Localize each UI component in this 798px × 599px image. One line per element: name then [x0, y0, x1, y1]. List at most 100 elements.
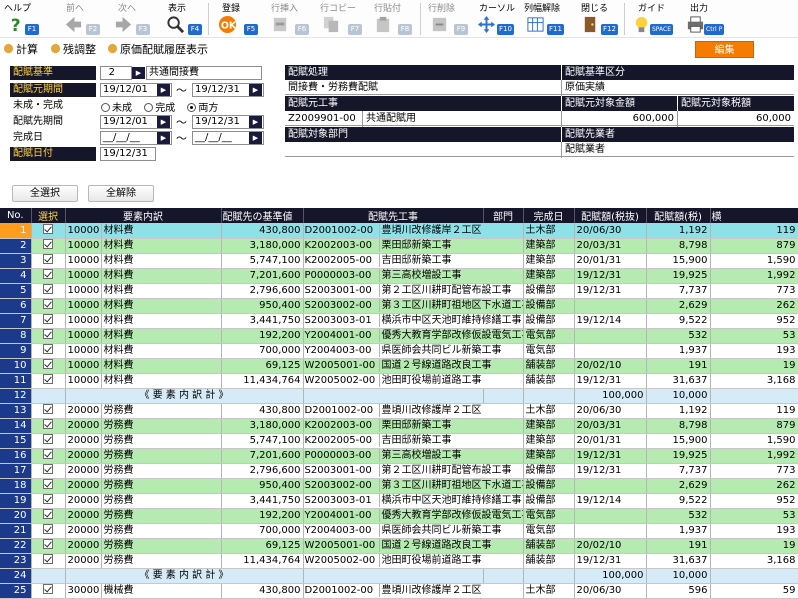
- table-row[interactable]: 15 20000 労務費 5,747,100 K2002005-00 吉田邸新築工事 建築部…: [0, 433, 798, 449]
- select-cell[interactable]: [31, 538, 66, 554]
- clear-all-button[interactable]: 全解除: [88, 185, 154, 202]
- col-header-tax[interactable]: 配賦額(税): [646, 208, 711, 223]
- select-cell[interactable]: [31, 223, 66, 239]
- completion-to-calendar-icon[interactable]: ▶: [249, 132, 262, 144]
- checkbox-checked-icon[interactable]: [43, 464, 53, 474]
- close-button[interactable]: 閉じる F12: [575, 0, 623, 38]
- select-cell[interactable]: [31, 253, 66, 269]
- col-header-base[interactable]: 配賦先の基準値: [221, 208, 304, 223]
- select-cell[interactable]: [31, 373, 66, 389]
- checkbox-checked-icon[interactable]: [43, 344, 53, 354]
- table-row[interactable]: 7 10000 材料費 3,441,750 S2003003-01 横浜市中区天池町維持修…: [0, 313, 798, 329]
- table-row[interactable]: 16 20000 労務費 7,201,600 P0000003-00 第三高校増設工事 建築…: [0, 448, 798, 464]
- select-cell[interactable]: [31, 523, 66, 539]
- history-button[interactable]: 原価配賦履歴表示: [107, 41, 208, 58]
- select-cell[interactable]: [31, 238, 66, 254]
- table-row[interactable]: 2 10000 材料費 3,180,000 K2002003-00 栗田邸新築工事 建築部 2…: [0, 238, 798, 254]
- checkbox-checked-icon[interactable]: [43, 284, 53, 294]
- table-row[interactable]: 3 10000 材料費 5,747,100 K2002005-00 吉田邸新築工事 建築部 2…: [0, 253, 798, 269]
- select-cell[interactable]: [31, 343, 66, 359]
- checkbox-checked-icon[interactable]: [43, 494, 53, 504]
- select-cell[interactable]: [31, 583, 66, 599]
- col-header-dept[interactable]: 部門: [483, 208, 524, 223]
- row-insert-button[interactable]: 行挿入 F6: [265, 0, 313, 38]
- select-cell[interactable]: [31, 418, 66, 434]
- select-cell[interactable]: [31, 478, 66, 494]
- guide-button[interactable]: ガイド SPACE: [628, 0, 676, 38]
- table-row[interactable]: 11 10000 材料費 11,434,764 W2005002-00 池田町役場前道路工…: [0, 373, 798, 389]
- select-cell[interactable]: [31, 508, 66, 524]
- col-header-more[interactable]: 横: [710, 208, 798, 223]
- select-cell[interactable]: [31, 313, 66, 329]
- src-period-from-calendar-icon[interactable]: ▶: [157, 84, 170, 96]
- checkbox-checked-icon[interactable]: [43, 509, 53, 519]
- table-row[interactable]: 23 20000 労務費 11,434,764 W2005002-00 池田町役場前道路工…: [0, 553, 798, 569]
- dst-period-from-calendar-icon[interactable]: ▶: [157, 116, 170, 128]
- select-cell[interactable]: [31, 328, 66, 344]
- subtotal-row[interactable]: 12 《 要 素 内 訳 計 》 100,000 10,000: [0, 388, 798, 404]
- col-header-work[interactable]: 配賦先工事: [303, 208, 484, 223]
- col-header-done[interactable]: 完成日: [523, 208, 575, 223]
- register-button[interactable]: 登録 OK F5: [212, 0, 262, 38]
- checkbox-checked-icon[interactable]: [43, 223, 53, 234]
- select-cell[interactable]: [31, 403, 66, 419]
- subtotal-row[interactable]: 24 《 要 素 内 訳 計 》 100,000 10,000: [0, 568, 798, 584]
- table-row[interactable]: 1 10000 材料費 430,800 D2001002-00 豊頃川改修護岸２工区 土木部…: [0, 223, 798, 239]
- table-row[interactable]: 6 10000 材料費 950,400 S2003002-00 第３工区川耕町祖地区下水道…: [0, 298, 798, 314]
- table-row[interactable]: 25 30000 機械費 430,800 D2001002-00 豊頃川改修護岸２工区 土木…: [0, 583, 798, 599]
- calc-button[interactable]: 計算: [3, 41, 38, 58]
- next-button[interactable]: 次へ F3: [110, 0, 154, 38]
- table-row[interactable]: 22 20000 労務費 69,125 W2005001-00 国道２号線道路改良工事 舗装…: [0, 538, 798, 554]
- row-delete-button[interactable]: 行削除 F9: [424, 0, 472, 38]
- checkbox-checked-icon[interactable]: [43, 374, 53, 384]
- checkbox-checked-icon[interactable]: [43, 314, 53, 324]
- table-row[interactable]: 17 20000 労務費 2,796,600 S2003001-00 第２工区川耕町配管布…: [0, 463, 798, 479]
- checkbox-checked-icon[interactable]: [43, 434, 53, 444]
- select-cell[interactable]: [31, 463, 66, 479]
- src-period-to-calendar-icon[interactable]: ▶: [249, 84, 262, 96]
- column-width-reset-button[interactable]: 列幅解除 F11: [522, 0, 572, 38]
- checkbox-checked-icon[interactable]: [43, 524, 53, 534]
- date-field[interactable]: 19/12/31: [100, 147, 156, 161]
- table-row[interactable]: 18 20000 労務費 950,400 S2003002-00 第３工区川耕町祖地区下水…: [0, 478, 798, 494]
- checkbox-checked-icon[interactable]: [43, 584, 53, 594]
- col-header-amount[interactable]: 配賦額(税抜): [574, 208, 647, 223]
- display-button[interactable]: 表示 F4: [160, 0, 204, 38]
- col-header-no[interactable]: No.: [0, 208, 32, 223]
- row-copy-button[interactable]: 行コピー F7: [316, 0, 366, 38]
- checkbox-checked-icon[interactable]: [43, 254, 53, 264]
- table-row[interactable]: 9 10000 材料費 700,000 Y2004003-00 県医師会共同ビル新築工事電…: [0, 343, 798, 359]
- checkbox-checked-icon[interactable]: [43, 239, 53, 249]
- table-row[interactable]: 8 10000 材料費 192,200 Y2004001-00 優秀大教育学部改修仮設電気…: [0, 328, 798, 344]
- table-row[interactable]: 14 20000 労務費 3,180,000 K2002003-00 栗田邸新築工事 建築部…: [0, 418, 798, 434]
- adjust-button[interactable]: 残調整: [50, 41, 96, 58]
- prev-button[interactable]: 前へ F2: [60, 0, 104, 38]
- dst-period-to-calendar-icon[interactable]: ▶: [249, 116, 262, 128]
- checkbox-checked-icon[interactable]: [43, 449, 53, 459]
- status-radio-finished[interactable]: 完成: [143, 103, 175, 114]
- row-paste-button[interactable]: 行貼付 F8: [368, 0, 416, 38]
- checkbox-checked-icon[interactable]: [43, 299, 53, 309]
- output-button[interactable]: 出力 Ctrl P: [680, 0, 732, 38]
- checkbox-checked-icon[interactable]: [43, 329, 53, 339]
- checkbox-checked-icon[interactable]: [43, 359, 53, 369]
- select-cell[interactable]: [31, 268, 66, 284]
- table-row[interactable]: 19 20000 労務費 3,441,750 S2003003-01 横浜市中区天池町維持…: [0, 493, 798, 509]
- table-row[interactable]: 10 10000 材料費 69,125 W2005001-00 国道２号線道路改良工事 舗装…: [0, 358, 798, 374]
- completion-from-calendar-icon[interactable]: ▶: [157, 132, 170, 144]
- col-header-element[interactable]: 要素内訳: [65, 208, 222, 223]
- table-row[interactable]: 4 10000 材料費 7,201,600 P0000003-00 第三高校増設工事 建築部…: [0, 268, 798, 284]
- col-header-select[interactable]: 選択: [31, 208, 66, 223]
- table-row[interactable]: 21 20000 労務費 700,000 Y2004003-00 県医師会共同ビル新築工事…: [0, 523, 798, 539]
- select-cell[interactable]: [31, 298, 66, 314]
- table-row[interactable]: 5 10000 材料費 2,796,600 S2003001-00 第２工区川耕町配管布設…: [0, 283, 798, 299]
- checkbox-checked-icon[interactable]: [43, 479, 53, 489]
- cursor-button[interactable]: カーソル F10: [475, 0, 519, 38]
- select-cell[interactable]: [31, 358, 66, 374]
- checkbox-checked-icon[interactable]: [43, 554, 53, 564]
- status-radio-unfinished[interactable]: 未成: [100, 103, 132, 114]
- select-cell[interactable]: [31, 433, 66, 449]
- checkbox-checked-icon[interactable]: [43, 269, 53, 279]
- select-cell[interactable]: [31, 283, 66, 299]
- checkbox-checked-icon[interactable]: [43, 419, 53, 429]
